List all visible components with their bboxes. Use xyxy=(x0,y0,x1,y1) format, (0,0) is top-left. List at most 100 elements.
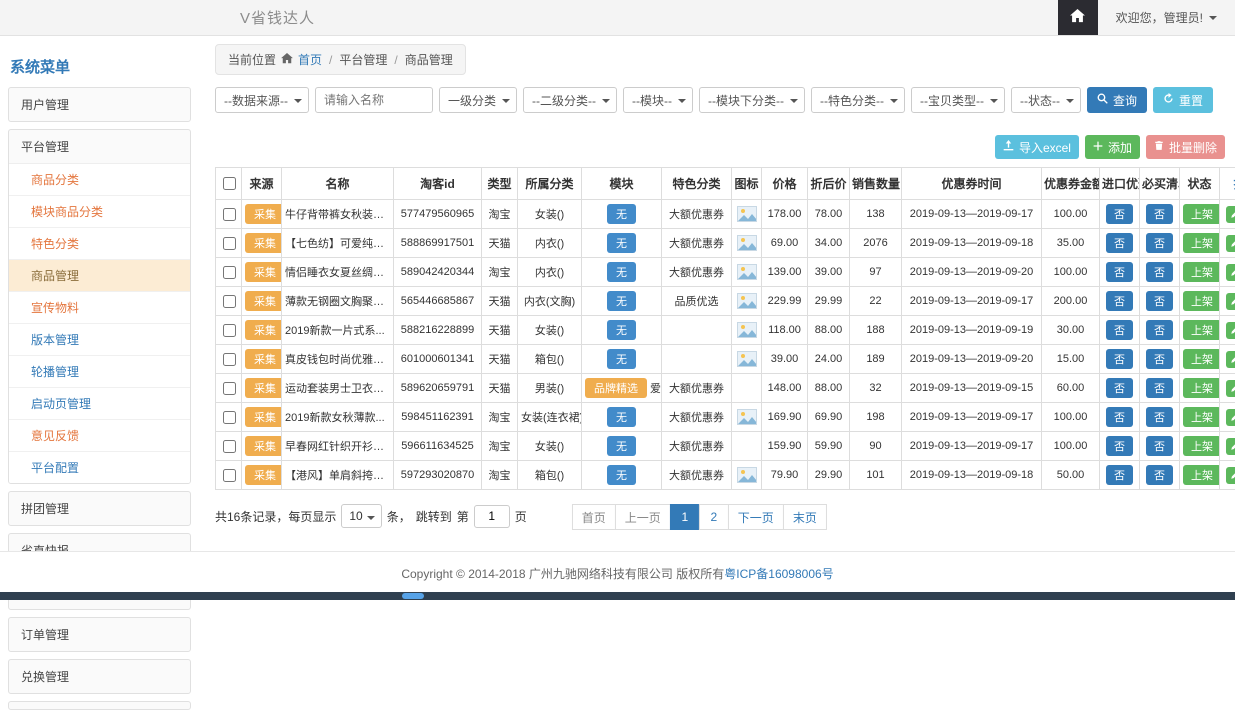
level1-category-select[interactable]: 一级分类 xyxy=(439,87,517,113)
edit-button[interactable] xyxy=(1226,351,1235,368)
reset-button[interactable]: 重置 xyxy=(1153,87,1213,113)
status-toggle[interactable]: 上架 xyxy=(1183,262,1220,282)
sidebar-subitem-特色分类[interactable]: 特色分类 xyxy=(9,228,190,260)
user-menu[interactable]: 欢迎您，管理员! xyxy=(1098,0,1235,35)
select-all-checkbox[interactable] xyxy=(223,177,236,190)
data-source-select[interactable]: --数据来源-- xyxy=(215,87,309,113)
import-select-toggle[interactable]: 否 xyxy=(1106,262,1133,282)
row-checkbox[interactable] xyxy=(223,208,236,221)
edit-button[interactable] xyxy=(1226,264,1235,281)
sidebar-subitem-启动页管理[interactable]: 启动页管理 xyxy=(9,388,190,420)
must-buy-toggle[interactable]: 否 xyxy=(1146,262,1173,282)
module-select[interactable]: --模块-- xyxy=(623,87,693,113)
home-button[interactable] xyxy=(1058,0,1098,35)
feature-category-select[interactable]: --特色分类-- xyxy=(811,87,905,113)
edit-button[interactable] xyxy=(1226,409,1235,426)
sidebar-item-label[interactable]: 用户管理 xyxy=(9,88,190,121)
status-toggle[interactable]: 上架 xyxy=(1183,204,1220,224)
sidebar-subitem-商品分类[interactable]: 商品分类 xyxy=(9,164,190,196)
must-buy-toggle[interactable]: 否 xyxy=(1146,233,1173,253)
name-input[interactable] xyxy=(315,87,433,113)
table-row: 采集【七色纺】可爱纯棉家...588869917501天猫内衣()无大额优惠券6… xyxy=(216,229,1235,258)
scrollbar-thumb[interactable] xyxy=(402,593,424,599)
cell-import-select: 否 xyxy=(1100,374,1140,403)
page-button-1[interactable]: 1 xyxy=(670,504,700,530)
import-select-toggle[interactable]: 否 xyxy=(1106,465,1133,485)
edit-button[interactable] xyxy=(1226,380,1235,397)
edit-button[interactable] xyxy=(1226,438,1235,455)
must-buy-toggle[interactable]: 否 xyxy=(1146,349,1173,369)
status-toggle[interactable]: 上架 xyxy=(1183,233,1220,253)
row-checkbox[interactable] xyxy=(223,469,236,482)
import-excel-button[interactable]: 导入excel xyxy=(995,135,1079,159)
sidebar-item-label[interactable]: 拼团管理 xyxy=(9,492,190,525)
import-select-toggle[interactable]: 否 xyxy=(1106,320,1133,340)
cell-feature xyxy=(662,316,732,345)
search-button[interactable]: 查询 xyxy=(1087,87,1147,113)
per-page-select[interactable]: 10 xyxy=(341,504,381,528)
page-button-上一页[interactable]: 上一页 xyxy=(615,504,671,530)
page-button-末页[interactable]: 末页 xyxy=(783,504,827,530)
add-button[interactable]: 添加 xyxy=(1085,135,1140,159)
must-buy-toggle[interactable]: 否 xyxy=(1146,320,1173,340)
sidebar-item-label[interactable]: 订单管理 xyxy=(9,618,190,651)
col-header-特色分类: 特色分类 xyxy=(662,168,732,200)
edit-button[interactable] xyxy=(1226,206,1235,223)
sidebar-subitem-版本管理[interactable]: 版本管理 xyxy=(9,324,190,356)
import-select-toggle[interactable]: 否 xyxy=(1106,407,1133,427)
module-subcategory-select[interactable]: --模块下分类-- xyxy=(699,87,805,113)
import-select-toggle[interactable]: 否 xyxy=(1106,349,1133,369)
status-toggle[interactable]: 上架 xyxy=(1183,291,1220,311)
row-checkbox[interactable] xyxy=(223,411,236,424)
sidebar-subitem-宣传物料[interactable]: 宣传物料 xyxy=(9,292,190,324)
level2-category-select[interactable]: --二级分类-- xyxy=(523,87,617,113)
must-buy-toggle[interactable]: 否 xyxy=(1146,378,1173,398)
page-button-首页[interactable]: 首页 xyxy=(572,504,616,530)
edit-button[interactable] xyxy=(1226,235,1235,252)
status-toggle[interactable]: 上架 xyxy=(1183,349,1220,369)
batch-delete-button[interactable]: 批量删除 xyxy=(1146,135,1225,159)
row-checkbox[interactable] xyxy=(223,266,236,279)
import-select-toggle[interactable]: 否 xyxy=(1106,204,1133,224)
status-toggle[interactable]: 上架 xyxy=(1183,465,1220,485)
sidebar-item-label[interactable]: 兑换管理 xyxy=(9,660,190,693)
sidebar-subitem-平台配置[interactable]: 平台配置 xyxy=(9,452,190,483)
edit-button[interactable] xyxy=(1226,322,1235,339)
sidebar-subitem-意见反馈[interactable]: 意见反馈 xyxy=(9,420,190,452)
page-button-下一页[interactable]: 下一页 xyxy=(728,504,784,530)
import-select-toggle[interactable]: 否 xyxy=(1106,436,1133,456)
import-select-toggle[interactable]: 否 xyxy=(1106,378,1133,398)
cell-sales: 138 xyxy=(850,200,902,229)
status-toggle[interactable]: 上架 xyxy=(1183,436,1220,456)
sidebar-subitem-模块商品分类[interactable]: 模块商品分类 xyxy=(9,196,190,228)
cell-must-buy: 否 xyxy=(1140,258,1180,287)
page-button-2[interactable]: 2 xyxy=(699,504,729,530)
import-select-toggle[interactable]: 否 xyxy=(1106,233,1133,253)
row-checkbox[interactable] xyxy=(223,324,236,337)
status-toggle[interactable]: 上架 xyxy=(1183,378,1220,398)
row-checkbox[interactable] xyxy=(223,237,236,250)
must-buy-toggle[interactable]: 否 xyxy=(1146,204,1173,224)
must-buy-toggle[interactable]: 否 xyxy=(1146,407,1173,427)
item-type-select[interactable]: --宝贝类型-- xyxy=(911,87,1005,113)
edit-button[interactable] xyxy=(1226,293,1235,310)
row-checkbox[interactable] xyxy=(223,440,236,453)
edit-button[interactable] xyxy=(1226,467,1235,484)
sidebar-subitem-轮播管理[interactable]: 轮播管理 xyxy=(9,356,190,388)
must-buy-toggle[interactable]: 否 xyxy=(1146,465,1173,485)
row-checkbox[interactable] xyxy=(223,295,236,308)
must-buy-toggle[interactable]: 否 xyxy=(1146,436,1173,456)
row-checkbox[interactable] xyxy=(223,353,236,366)
cell-price: 159.90 xyxy=(762,432,808,461)
row-checkbox[interactable] xyxy=(223,382,236,395)
sidebar-subitem-商品管理[interactable]: 商品管理 xyxy=(9,260,190,292)
status-select[interactable]: --状态-- xyxy=(1011,87,1081,113)
icp-link[interactable]: 粤ICP备16098006号 xyxy=(724,567,833,581)
sidebar-item-label[interactable]: 平台管理 xyxy=(9,130,190,163)
must-buy-toggle[interactable]: 否 xyxy=(1146,291,1173,311)
status-toggle[interactable]: 上架 xyxy=(1183,320,1220,340)
import-select-toggle[interactable]: 否 xyxy=(1106,291,1133,311)
breadcrumb-home-link[interactable]: 首页 xyxy=(298,51,322,68)
page-jump-input[interactable] xyxy=(474,505,510,528)
status-toggle[interactable]: 上架 xyxy=(1183,407,1220,427)
